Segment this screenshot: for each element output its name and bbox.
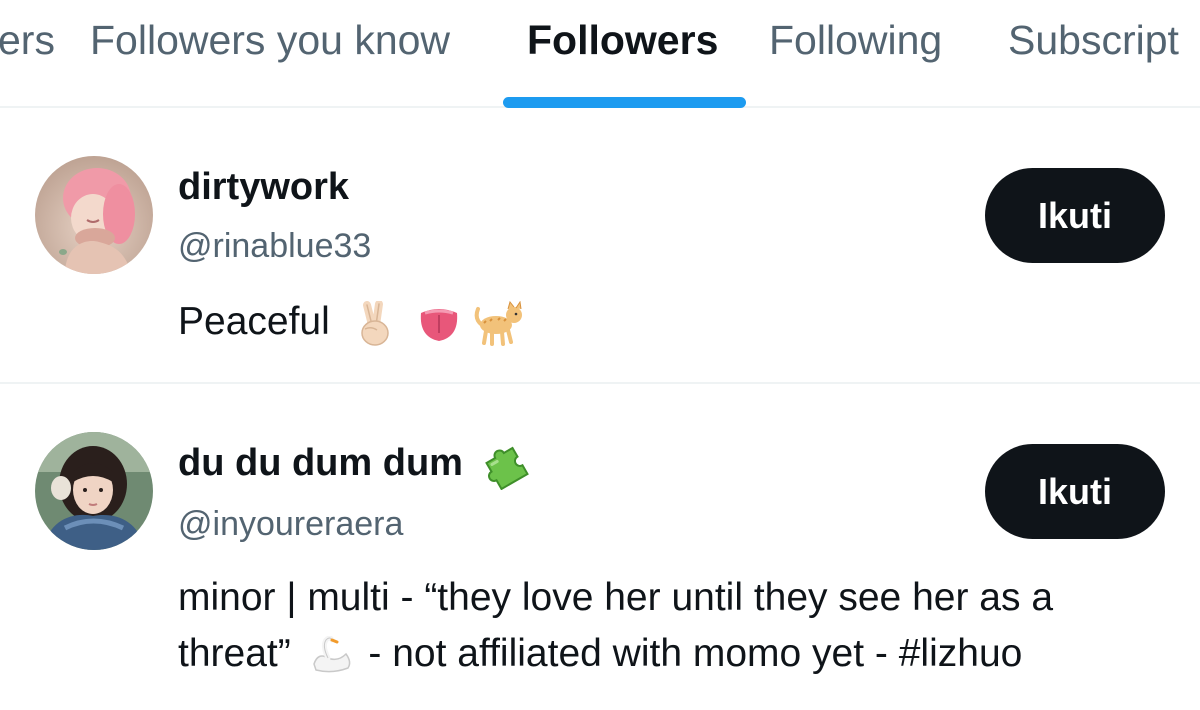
swan-icon — [308, 635, 358, 676]
cat-icon — [472, 300, 524, 347]
follow-button[interactable]: Ikuti — [985, 444, 1165, 539]
tab-following[interactable]: Following — [769, 16, 942, 64]
user-handle[interactable]: @inyoureraera — [178, 504, 403, 544]
avatar[interactable] — [35, 156, 153, 274]
display-name[interactable]: dirtywork — [178, 164, 349, 210]
tongue-icon — [417, 303, 461, 345]
user-cell[interactable]: du du dum dum @inyoureraera minor | mult… — [0, 384, 1200, 710]
bio-text: - not affiliated with momo yet - #lizhuo — [368, 632, 1023, 675]
victory-hand-icon — [355, 300, 395, 347]
display-name-text: du du dum dum — [178, 442, 463, 485]
bio-line-1: minor | multi - “they love her until the… — [178, 576, 1054, 619]
tab-followers[interactable]: Followers — [527, 16, 718, 64]
profile-tab-bar: ers Followers you know Followers Followi… — [0, 0, 1200, 108]
user-bio: Peaceful — [178, 294, 1178, 350]
user-cell[interactable]: dirtywork @rinablue33 Peaceful Ikuti — [0, 108, 1200, 384]
bio-text: threat” — [178, 632, 291, 675]
display-name[interactable]: du du dum dum — [178, 440, 532, 490]
bio-text: Peaceful — [178, 300, 330, 343]
follow-button[interactable]: Ikuti — [985, 168, 1165, 263]
user-handle[interactable]: @rinablue33 — [178, 226, 371, 266]
active-tab-indicator — [503, 97, 746, 108]
bio-line-2: threat” - not affiliated with momo yet -… — [178, 626, 1178, 682]
tab-verified-followers[interactable]: ers — [0, 16, 55, 64]
user-bio: minor | multi - “they love her until the… — [178, 570, 1178, 682]
puzzle-piece-icon — [478, 440, 532, 490]
tab-followers-you-know[interactable]: Followers you know — [90, 16, 450, 64]
avatar[interactable] — [35, 432, 153, 550]
tab-subscriptions[interactable]: Subscript — [1008, 16, 1179, 64]
